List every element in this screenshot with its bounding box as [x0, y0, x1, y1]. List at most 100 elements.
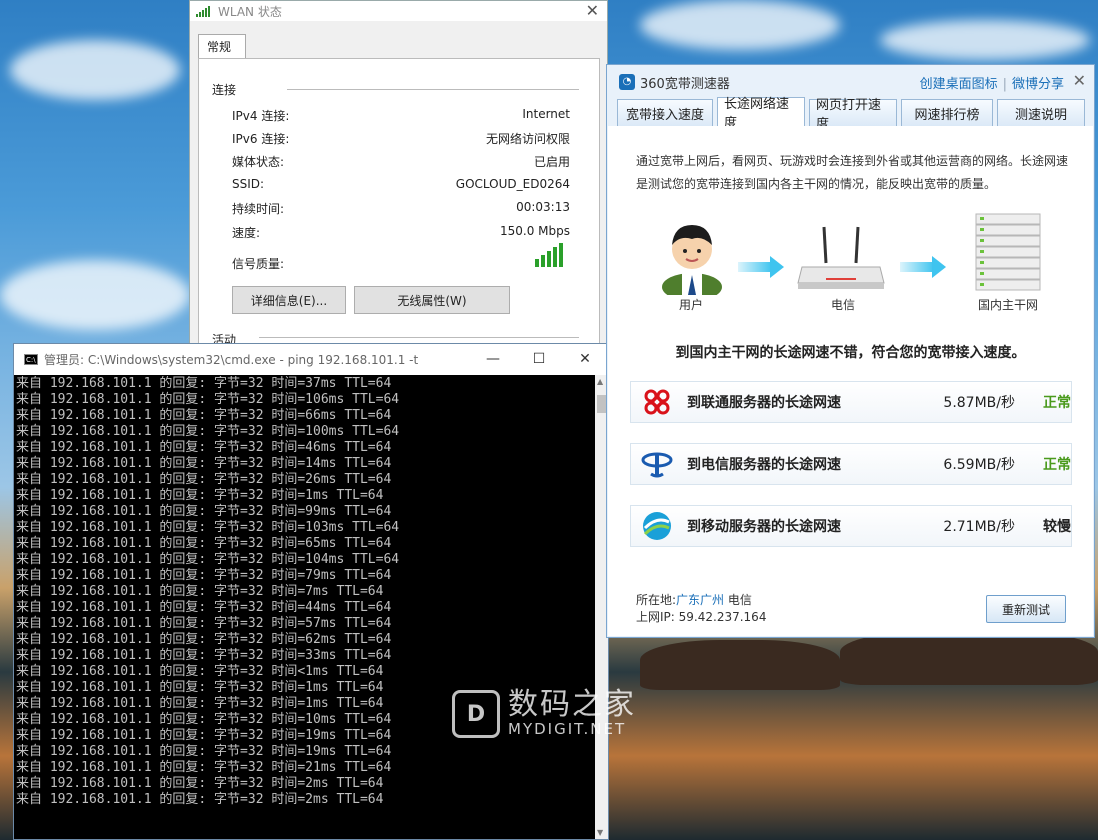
- result-name: 到移动服务器的长途网速: [687, 519, 841, 535]
- scroll-down-icon[interactable]: ▼: [597, 828, 603, 837]
- intro-text: 通过宽带上网后，看网页、玩游戏时会连接到外省或其他运营商的网络。长途网速是测试您…: [636, 154, 1069, 191]
- cmd-icon: C:\: [24, 354, 38, 365]
- console-line: 来自 192.168.101.1 的回复: 字节=32 时间=106ms TTL…: [16, 392, 400, 407]
- console-line: 来自 192.168.101.1 的回复: 字节=32 时间=65ms TTL=…: [16, 536, 392, 551]
- create-shortcut-link[interactable]: 创建桌面图标: [920, 77, 998, 92]
- cmd-window: C:\ 管理员: C:\Windows\system32\cmd.exe - p…: [13, 343, 609, 840]
- telecom-logo-icon: [641, 452, 673, 478]
- location-info: 所在地:广东广州 电信 上网IP: 59.42.237.164: [636, 592, 766, 626]
- console-line: 来自 192.168.101.1 的回复: 字节=32 时间=2ms TTL=6…: [16, 776, 384, 791]
- tab-bar: 宽带接入速度 长途网络速度 网页打开速度 网速排行榜 测速说明: [617, 97, 1085, 132]
- console-line: 来自 192.168.101.1 的回复: 字节=32 时间=7ms TTL=6…: [16, 584, 384, 599]
- ipv4-row: IPv4 连接: Internet: [232, 107, 570, 123]
- tab-long-distance-speed[interactable]: 长途网络速度: [717, 97, 805, 131]
- console-line: 来自 192.168.101.1 的回复: 字节=32 时间=26ms TTL=…: [16, 472, 392, 487]
- server-rack-icon: [975, 213, 1041, 291]
- tab-general[interactable]: 常规: [198, 34, 247, 60]
- tab-ranking[interactable]: 网速排行榜: [901, 99, 993, 126]
- wlan-title: WLAN 状态: [218, 4, 282, 19]
- location-isp: 电信: [727, 593, 752, 607]
- result-status: 较慢: [1043, 519, 1071, 535]
- summary-text: 到国内主干网的长途网速不错，符合您的宽带接入速度。: [675, 345, 1026, 361]
- tab-webpage-speed[interactable]: 网页打开速度: [809, 98, 897, 132]
- result-name: 到联通服务器的长途网速: [687, 395, 841, 411]
- retest-button[interactable]: 重新测试: [986, 595, 1066, 623]
- tab-instructions[interactable]: 测速说明: [997, 99, 1085, 126]
- arrow-icon: [738, 256, 784, 278]
- console-line: 来自 192.168.101.1 的回复: 字节=32 时间=2ms TTL=6…: [16, 792, 384, 807]
- watermark-logo-icon: D: [452, 690, 500, 738]
- close-icon[interactable]: ✕: [586, 1, 599, 20]
- cmd-title: 管理员: C:\Windows\system32\cmd.exe - ping …: [44, 353, 419, 367]
- mobile-logo-icon: [643, 512, 671, 540]
- console-line: 来自 192.168.101.1 的回复: 字节=32 时间=99ms TTL=…: [16, 504, 392, 519]
- wireless-properties-button[interactable]: 无线属性(W): [354, 286, 510, 314]
- result-row-mobile: 到移动服务器的长途网速 2.71MB/秒 较慢: [630, 505, 1072, 547]
- unicom-logo-icon: [644, 389, 670, 415]
- wifi-signal-icon: [196, 5, 212, 17]
- console-line: 来自 192.168.101.1 的回复: 字节=32 时间=21ms TTL=…: [16, 760, 392, 775]
- result-name: 到电信服务器的长途网速: [687, 457, 841, 473]
- weibo-share-link[interactable]: 微博分享: [1012, 77, 1064, 92]
- console-output[interactable]: 来自 192.168.101.1 的回复: 字节=32 时间=37ms TTL=…: [16, 376, 596, 838]
- result-status: 正常: [1043, 457, 1071, 473]
- close-icon[interactable]: ✕: [562, 344, 608, 375]
- watermark-subtitle: MYDIGIT.NET: [508, 720, 627, 738]
- result-row-unicom: 到联通服务器的长途网速 5.87MB/秒 正常: [630, 381, 1072, 423]
- watermark: D 数码之家 MYDIGIT.NET: [452, 690, 636, 738]
- duration-row: 持续时间: 00:03:13: [232, 200, 570, 216]
- ip-value: 59.42.237.164: [678, 610, 767, 624]
- media-state-row: 媒体状态: 已启用: [232, 155, 570, 169]
- divider: [259, 337, 579, 338]
- details-button[interactable]: 详细信息(E)...: [232, 286, 346, 314]
- wlan-titlebar[interactable]: WLAN 状态: [190, 1, 607, 21]
- link-separator: |: [1002, 77, 1007, 92]
- scrollbar-thumb[interactable]: [597, 395, 606, 413]
- diagram-label-isp: 电信: [830, 298, 855, 312]
- ip-label: 上网IP:: [636, 610, 675, 624]
- console-line: 来自 192.168.101.1 的回复: 字节=32 时间=57ms TTL=…: [16, 616, 392, 631]
- signal-quality-bars: [535, 243, 563, 267]
- location-label: 所在地:: [636, 593, 677, 607]
- console-line: 来自 192.168.101.1 的回复: 字节=32 时间=33ms TTL=…: [16, 648, 392, 663]
- app-logo-icon: ◔: [619, 74, 635, 90]
- console-line: 来自 192.168.101.1 的回复: 字节=32 时间=19ms TTL=…: [16, 744, 392, 759]
- router-icon: [797, 226, 885, 289]
- console-line: 来自 192.168.101.1 的回复: 字节=32 时间=66ms TTL=…: [16, 408, 392, 423]
- console-line: 来自 192.168.101.1 的回复: 字节=32 时间<1ms TTL=6…: [16, 664, 384, 679]
- speedtest-window: ◔ 360宽带测速器 创建桌面图标 | 微博分享 ✕ 宽带接入速度 长途网络速度 网…: [606, 64, 1095, 638]
- console-line: 来自 192.168.101.1 的回复: 字节=32 时间=62ms TTL=…: [16, 632, 392, 647]
- result-row-telecom: 到电信服务器的长途网速 6.59MB/秒 正常: [630, 443, 1072, 485]
- tab-access-speed[interactable]: 宽带接入速度: [617, 99, 713, 126]
- section-connection-title: 连接: [212, 83, 237, 97]
- speedtest-content: 通过宽带上网后，看网页、玩游戏时会连接到外省或其他运营商的网络。长途网速是测试您…: [608, 126, 1093, 636]
- console-line: 来自 192.168.101.1 的回复: 字节=32 时间=100ms TTL…: [16, 424, 400, 439]
- maximize-icon[interactable]: ☐: [516, 344, 562, 375]
- console-line: 来自 192.168.101.1 的回复: 字节=32 时间=79ms TTL=…: [16, 568, 392, 583]
- console-line: 来自 192.168.101.1 的回复: 字节=32 时间=37ms TTL=…: [16, 376, 392, 391]
- close-icon[interactable]: ✕: [1073, 71, 1086, 90]
- user-avatar-icon: [662, 225, 722, 295]
- watermark-title: 数码之家: [508, 687, 636, 722]
- minimize-icon[interactable]: —: [470, 344, 516, 375]
- console-line: 来自 192.168.101.1 的回复: 字节=32 时间=44ms TTL=…: [16, 600, 392, 615]
- console-line: 来自 192.168.101.1 的回复: 字节=32 时间=46ms TTL=…: [16, 440, 392, 455]
- divider: [287, 89, 579, 90]
- general-panel: 连接 IPv4 连接: Internet IPv6 连接: 无网络访问权限 媒体状态…: [198, 58, 600, 360]
- location-value[interactable]: 广东广州: [676, 593, 724, 607]
- speedtest-title: 360宽带测速器: [640, 76, 730, 92]
- speed-row: 速度: 150.0 Mbps: [232, 224, 570, 240]
- diagram-label-backbone: 国内主干网: [977, 298, 1038, 312]
- scroll-up-icon[interactable]: ▲: [597, 377, 603, 386]
- result-status: 正常: [1043, 395, 1071, 411]
- ipv6-row: IPv6 连接: 无网络访问权限: [232, 132, 570, 146]
- diagram-label-user: 用户: [678, 298, 703, 312]
- result-value: 5.87MB/秒: [943, 395, 1015, 411]
- console-line: 来自 192.168.101.1 的回复: 字节=32 时间=1ms TTL=6…: [16, 488, 384, 503]
- arrow-icon: [900, 256, 946, 278]
- result-value: 2.71MB/秒: [943, 519, 1015, 535]
- signal-quality-row: 信号质量:: [232, 257, 285, 271]
- console-line: 来自 192.168.101.1 的回复: 字节=32 时间=14ms TTL=…: [16, 456, 392, 471]
- result-value: 6.59MB/秒: [943, 457, 1015, 473]
- ssid-row: SSID: GOCLOUD_ED0264: [232, 177, 570, 191]
